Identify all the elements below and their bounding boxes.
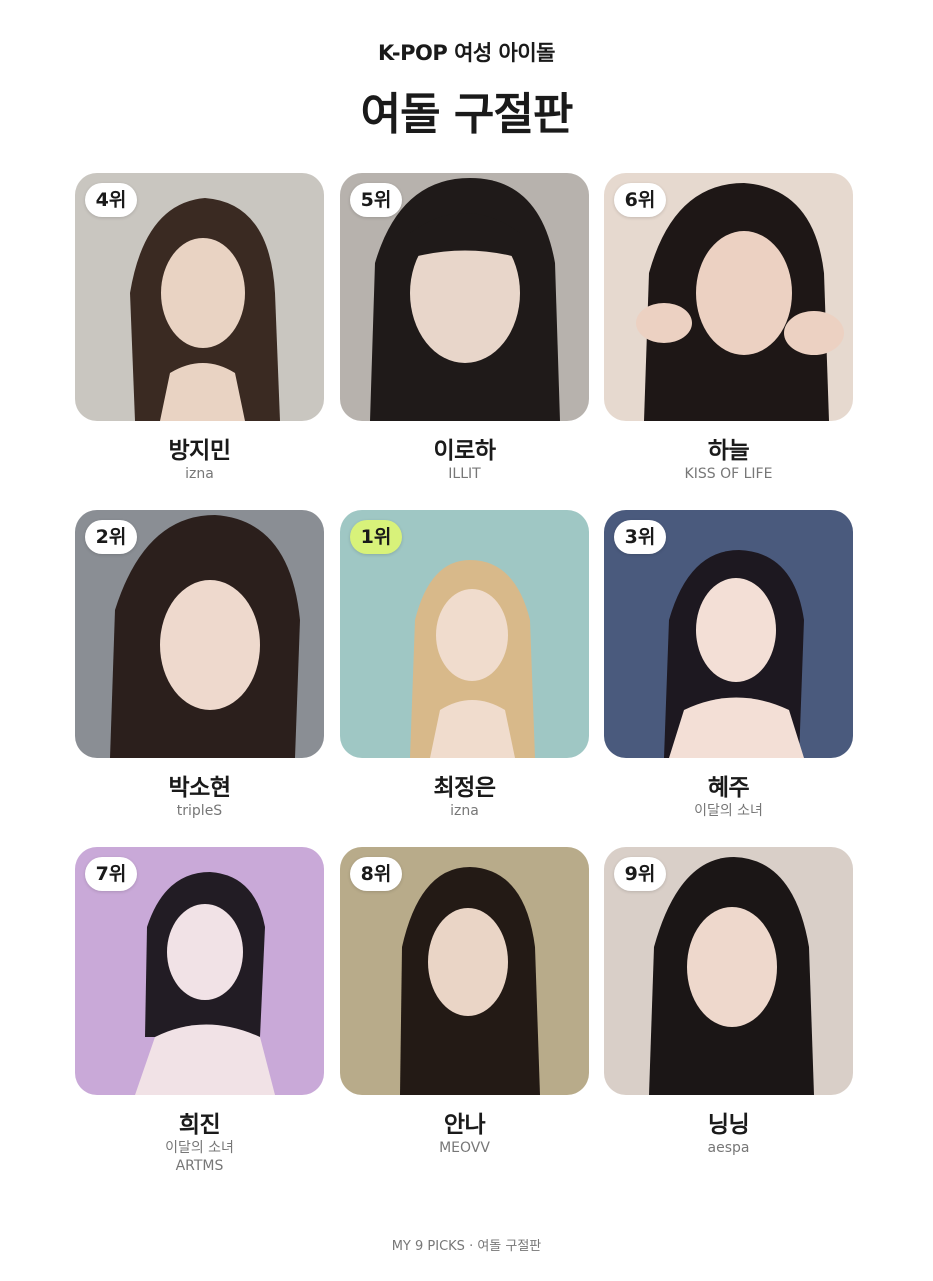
rank-badge: 6위 (614, 183, 666, 217)
idol-group: MEOVV (340, 1139, 589, 1157)
rank-badge: 7위 (85, 857, 137, 891)
rank-badge: 9위 (614, 857, 666, 891)
idol-photo: 5위 (340, 173, 589, 421)
group-label: aespa (707, 1140, 750, 1156)
idol-photo: 1위 (340, 510, 589, 758)
group-label: 이달의 소녀 (694, 803, 763, 819)
idol-group: izna (75, 465, 324, 483)
group-label: izna (450, 803, 479, 819)
rank-badge: 3위 (614, 520, 666, 554)
idol-name: 하늘 (707, 438, 750, 464)
idol-photo: 9위 (604, 847, 853, 1095)
idol-name: 박소현 (168, 775, 231, 801)
idol-name: 최정은 (433, 775, 496, 801)
idol-card[interactable]: 6위 하늘 KISS OF LIFE (604, 173, 853, 482)
idol-photo: 7위 (75, 847, 324, 1095)
rank-badge: 1위 (350, 520, 402, 554)
idol-card[interactable]: 1위 최정은 izna (340, 510, 589, 819)
idol-name: 안나 (443, 1112, 486, 1138)
idol-photo: 4위 (75, 173, 324, 421)
group-label: KISS OF LIFE (684, 466, 773, 482)
idol-group: izna (340, 802, 589, 820)
idol-group: ILLIT (340, 465, 589, 483)
idol-card[interactable]: 5위 이로하 ILLIT (340, 173, 589, 482)
group-label: ILLIT (448, 466, 481, 482)
page-title: 여돌 구절판 (360, 89, 574, 140)
idol-card[interactable]: 4위 방지민 izna (75, 173, 324, 482)
idol-photo: 8위 (340, 847, 589, 1095)
idol-group: 이달의 소녀 (604, 802, 853, 820)
group-label: 이달의 소녀 (165, 1140, 234, 1156)
group-label: tripleS (176, 803, 223, 819)
idol-card[interactable]: 7위 희진 이달의 소녀 ARTMS (75, 847, 324, 1174)
idol-photo: 2위 (75, 510, 324, 758)
idol-card[interactable]: 9위 닝닝 aespa (604, 847, 853, 1156)
idol-photo: 3위 (604, 510, 853, 758)
idol-name: 이로하 (433, 438, 496, 464)
group-label-secondary: ARTMS (175, 1158, 224, 1174)
idol-name: 희진 (178, 1112, 221, 1138)
idol-group: tripleS (75, 802, 324, 820)
idol-group: KISS OF LIFE (604, 465, 853, 483)
idol-card[interactable]: 8위 안나 MEOVV (340, 847, 589, 1156)
idol-photo: 6위 (604, 173, 853, 421)
idol-name: 혜주 (707, 775, 750, 801)
idol-name: 닝닝 (707, 1112, 750, 1138)
group-label: MEOVV (439, 1140, 490, 1156)
rank-badge: 4위 (85, 183, 137, 217)
rank-badge: 5위 (350, 183, 402, 217)
idol-name: 방지민 (168, 438, 231, 464)
page-subtitle: K-POP 여성 아이돌 (377, 41, 556, 65)
rank-badge: 2위 (85, 520, 137, 554)
rank-badge: 8위 (350, 857, 402, 891)
group-label: izna (185, 466, 214, 482)
idol-group: 이달의 소녀 ARTMS (75, 1139, 324, 1175)
idol-card[interactable]: 2위 박소현 tripleS (75, 510, 324, 819)
idol-card[interactable]: 3위 혜주 이달의 소녀 (604, 510, 853, 819)
footer-caption: MY 9 PICKS · 여돌 구절판 (391, 1239, 542, 1254)
idol-group: aespa (604, 1139, 853, 1157)
